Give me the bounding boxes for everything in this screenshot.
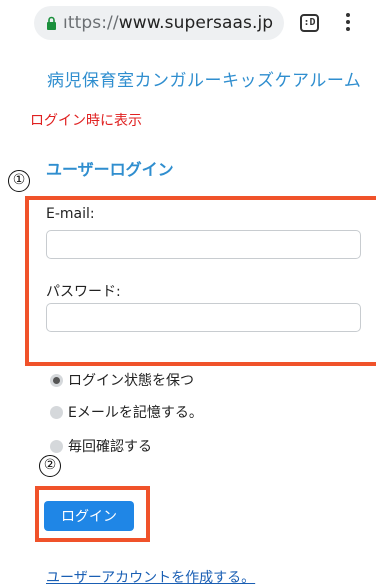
tab-switcher-button[interactable]: :D (300, 14, 319, 32)
address-bar[interactable]: ıttps://www.supersaas.jp (34, 6, 284, 40)
remember-login-label: ログイン状態を保つ (68, 373, 194, 389)
url-scheme: ıttps:// (63, 13, 119, 33)
remember-email-label: Eメールを記憶する。 (68, 405, 203, 421)
radio-remember-email[interactable] (50, 405, 63, 419)
remember-login-option[interactable]: ログイン状態を保つ (50, 370, 194, 390)
password-label: パスワード: (46, 284, 121, 300)
overflow-menu-icon[interactable] (345, 13, 351, 33)
lock-icon (47, 16, 56, 30)
remember-email-option[interactable]: Eメールを記憶する。 (50, 402, 203, 422)
url-host: www.supersaas.jp (118, 13, 274, 33)
url-text: ıttps://www.supersaas.jp (63, 13, 273, 33)
login-section-title: ユーザーログイン (46, 160, 174, 179)
step-marker-1: ① (8, 170, 30, 192)
password-field[interactable] (46, 303, 361, 332)
radio-confirm-each-time[interactable] (50, 439, 63, 453)
radio-remember-login[interactable] (50, 373, 63, 387)
site-title[interactable]: 病児保育室カンガルーキッズケアルーム (47, 66, 361, 91)
step-marker-2: ② (39, 455, 61, 477)
create-account-link[interactable]: ユーザーアカウントを作成する。 (46, 567, 255, 587)
email-label: E-mail: (46, 206, 95, 222)
annotation-note: ログイン時に表示 (30, 113, 142, 129)
confirm-each-time-option[interactable]: 毎回確認する (50, 436, 152, 456)
confirm-each-time-label: 毎回確認する (68, 439, 152, 455)
login-button[interactable]: ログイン (44, 501, 134, 531)
email-field[interactable] (46, 230, 361, 259)
